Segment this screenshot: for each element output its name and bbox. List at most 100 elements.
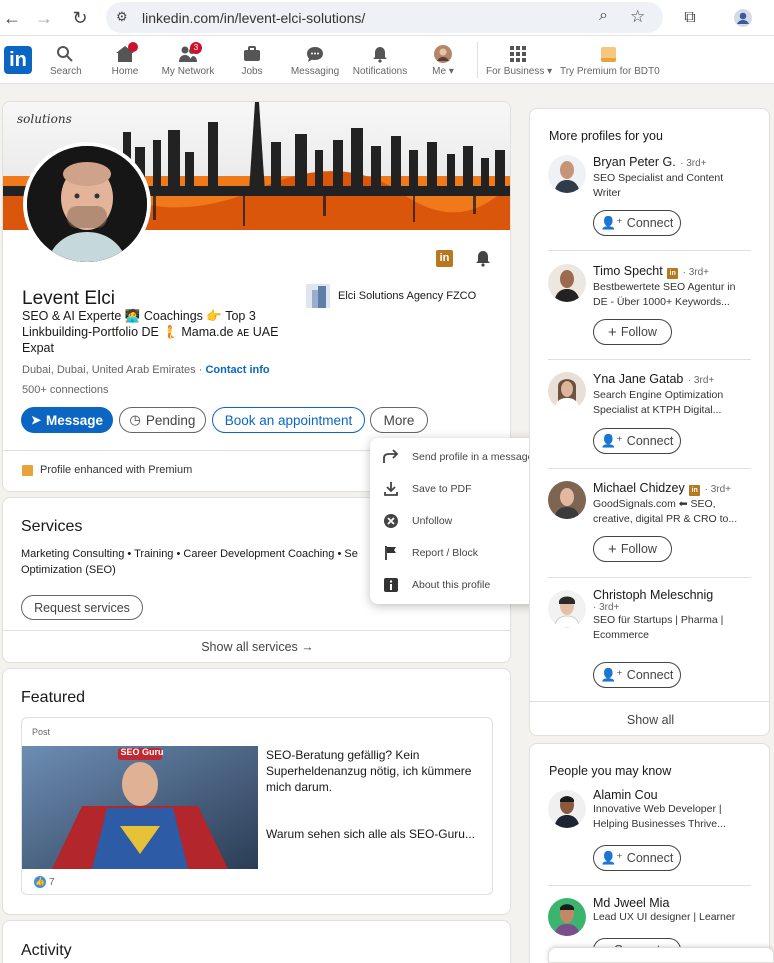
close-circle-icon (370, 513, 412, 529)
company-name[interactable]: Elci Solutions Agency FZCO (338, 290, 476, 302)
profile-card: solutions in Levent Elci SEO & AI Expert… (2, 101, 511, 492)
featured-post[interactable]: Post SEO Guru SEO-Beratung gefällig? Kei… (21, 717, 493, 895)
plus-icon: + (608, 323, 617, 341)
message-button[interactable]: ➤ Message (21, 407, 113, 433)
extensions-icon[interactable]: ⧉ (678, 6, 702, 30)
avatar[interactable] (548, 898, 586, 936)
services-title: Services (21, 518, 83, 535)
nav-jobs[interactable]: Jobs (236, 44, 268, 77)
back-arrow-icon[interactable]: ← (0, 6, 24, 30)
divider (3, 630, 510, 631)
person-name[interactable]: Bryan Peter G. (593, 155, 676, 169)
nav-home[interactable]: Home (108, 42, 142, 77)
divider (530, 701, 769, 702)
search-icon (50, 44, 80, 64)
url-text: linkedin.com/in/levent-elci-solutions/ (142, 10, 366, 26)
activity-card: Activity (2, 920, 511, 963)
share-icon (370, 449, 412, 465)
nav-messaging[interactable]: Messaging (290, 44, 340, 77)
messaging-overlay-peek[interactable] (548, 947, 774, 963)
messaging-icon (290, 44, 340, 64)
premium-icon (22, 465, 33, 476)
network-icon (160, 44, 216, 64)
person-name[interactable]: Alamin Cou (593, 788, 753, 802)
forward-arrow-icon[interactable]: → (32, 6, 56, 30)
more-dropdown-menu: Send profile in a message Save to PDF Un… (370, 438, 551, 604)
follow-button[interactable]: + Follow (593, 536, 672, 562)
linkedin-logo[interactable]: in (4, 46, 32, 74)
top-navigation: in Search Home 3 My Network Jobs Messagi… (0, 36, 774, 84)
nav-try-premium[interactable]: Try Premium for BDT0 (560, 44, 660, 77)
add-person-icon: 👤⁺ (600, 851, 623, 865)
bookmark-star-icon[interactable]: ☆ (630, 7, 645, 27)
address-bar[interactable]: ⚙ linkedin.com/in/levent-elci-solutions/… (106, 2, 663, 33)
show-all-services-link[interactable]: Show all services → (3, 640, 510, 654)
nav-search[interactable]: Search (50, 44, 82, 77)
reload-icon[interactable]: ↻ (68, 6, 92, 30)
person-name[interactable]: Christoph Meleschnig (593, 588, 753, 602)
book-appointment-button[interactable]: Book an appointment (212, 407, 365, 433)
avatar[interactable] (548, 372, 586, 410)
avatar[interactable] (548, 155, 586, 193)
more-button[interactable]: More (370, 407, 428, 433)
featured-card: Featured Post SEO Guru SEO-Beratung gefä… (2, 668, 511, 915)
like-icon: 👍 (34, 876, 46, 888)
profile-suggestion: Timo Specht in · 3rd+ Bestbewertete SEO … (548, 264, 752, 354)
linkedin-premium-icon: in (436, 250, 453, 267)
dropdown-item-unfollow[interactable]: Unfollow (370, 505, 551, 537)
show-all-profiles-link[interactable]: Show all (530, 713, 769, 727)
nav-for-business[interactable]: For Business ▾ (486, 44, 553, 77)
info-icon (370, 577, 412, 593)
avatar[interactable] (548, 590, 586, 628)
zoom-icon[interactable]: ⌕ (599, 7, 608, 25)
follow-button[interactable]: + Follow (593, 319, 672, 345)
dropdown-item-send-profile[interactable]: Send profile in a message (370, 441, 551, 473)
dropdown-item-about-profile[interactable]: About this profile (370, 569, 551, 601)
person-name[interactable]: Michael Chidzey (593, 481, 685, 495)
person-name[interactable]: Md Jweel Mia (593, 896, 753, 910)
profile-suggestion: Bryan Peter G. · 3rd+ SEO Specialist and… (548, 155, 752, 245)
contact-info-link[interactable]: Contact info (205, 364, 269, 376)
site-settings-icon[interactable]: ⚙ (116, 9, 128, 25)
profile-icon[interactable] (731, 6, 755, 30)
request-services-button[interactable]: Request services (21, 595, 143, 620)
connect-button[interactable]: 👤⁺ Connect (593, 210, 681, 236)
connect-button[interactable]: 👤⁺ Connect (593, 662, 681, 688)
avatar[interactable] (548, 264, 586, 302)
nav-notifications[interactable]: Notifications (352, 44, 408, 77)
profile-suggestion: Christoph Meleschnig · 3rd+ SEO für Star… (548, 588, 753, 690)
avatar[interactable] (548, 790, 586, 828)
divider (548, 577, 751, 578)
pending-button[interactable]: ◷ Pending (119, 407, 206, 433)
image-caption: SEO Guru (120, 747, 164, 757)
person-name[interactable]: Timo Specht (593, 264, 663, 278)
plus-icon: + (608, 540, 617, 558)
company-logo[interactable] (306, 284, 330, 308)
add-person-icon: 👤⁺ (600, 216, 623, 230)
premium-badge-icon: in (667, 268, 679, 279)
me-avatar-icon (428, 44, 458, 64)
connect-button[interactable]: 👤⁺ Connect (593, 845, 681, 871)
add-person-icon: 👤⁺ (600, 668, 623, 682)
reactions[interactable]: 👍 7 (34, 876, 55, 888)
profile-photo[interactable] (23, 142, 151, 266)
chevron-down-icon: ▾ (547, 66, 553, 77)
connect-button[interactable]: 👤⁺ Connect (593, 428, 681, 454)
dropdown-item-save-pdf[interactable]: Save to PDF (370, 473, 551, 505)
profile-suggestion: Michael Chidzey in · 3rd+ GoodSignals.co… (548, 481, 752, 571)
connections-count[interactable]: 500+ connections (22, 384, 109, 396)
person-suggestion: Alamin Cou Innovative Web Developer | He… (548, 788, 753, 880)
avatar[interactable] (548, 481, 586, 519)
people-know-title: People you may know (549, 764, 672, 778)
bell-icon (352, 44, 408, 64)
nav-me[interactable]: Me ▾ (428, 44, 458, 77)
apps-grid-icon (486, 44, 550, 64)
profile-headline: SEO & AI Experte 🧑‍💻 Coachings 👉 Top 3 L… (22, 309, 279, 355)
dropdown-item-report-block[interactable]: Report / Block (370, 537, 551, 569)
location-line: Dubai, Dubai, United Arab Emirates · Con… (22, 364, 270, 376)
divider (548, 468, 751, 469)
post-label: Post (32, 727, 51, 737)
bell-follow-icon[interactable] (474, 249, 492, 272)
nav-my-network[interactable]: 3 My Network (160, 42, 216, 77)
person-name[interactable]: Yna Jane Gatab (593, 372, 683, 386)
